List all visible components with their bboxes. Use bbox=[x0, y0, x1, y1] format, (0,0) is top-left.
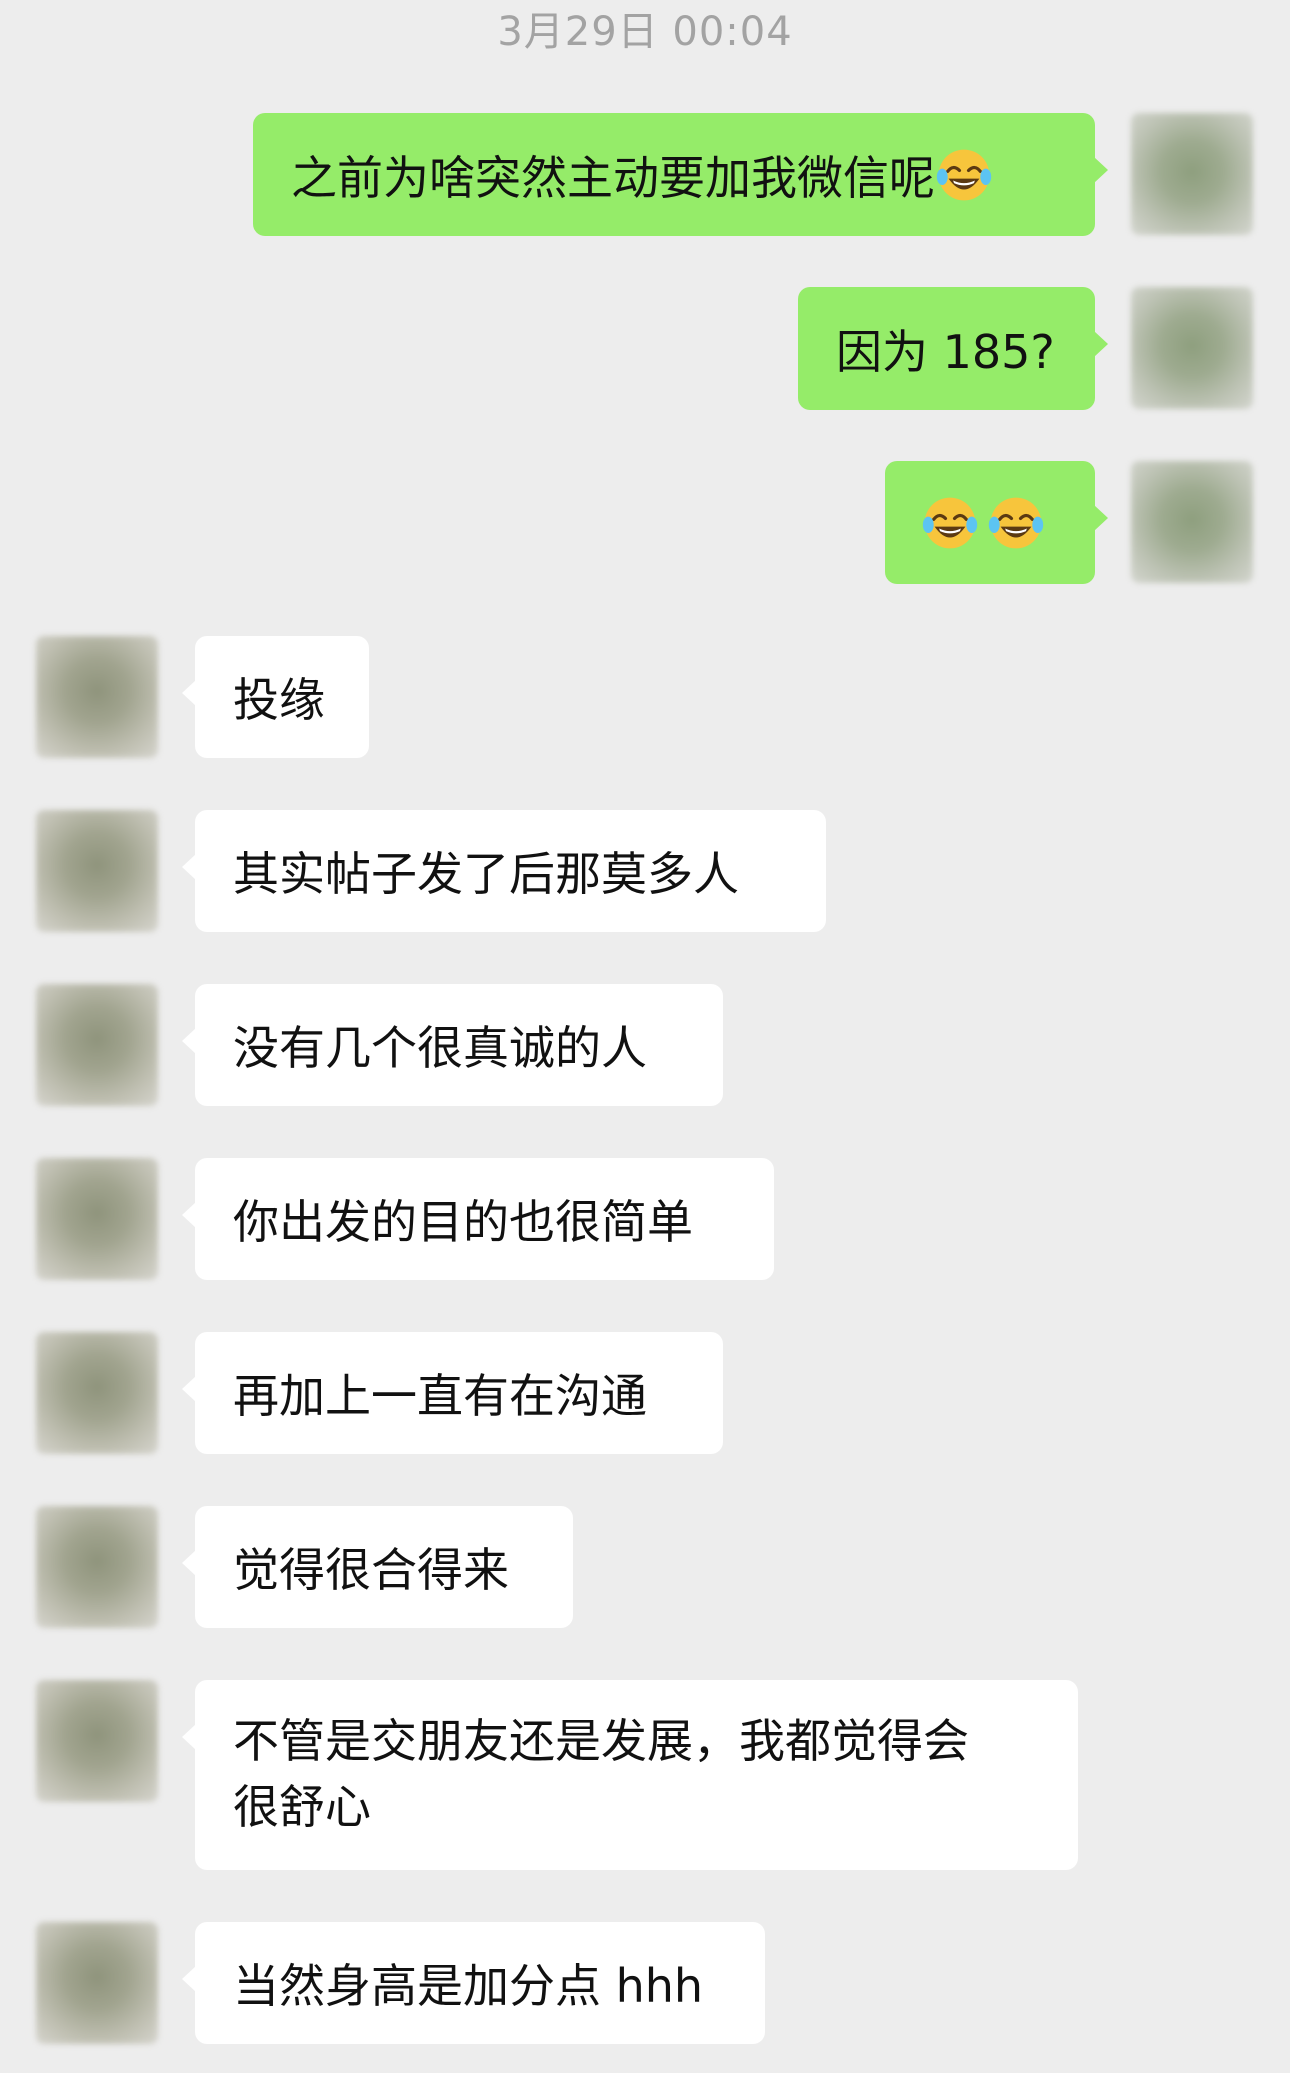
message-bubble-outgoing[interactable]: 之前为啥突然主动要加我微信呢 bbox=[253, 113, 1108, 236]
chat-timestamp: 3月29日 00:04 bbox=[497, 9, 793, 55]
avatar-self[interactable] bbox=[1131, 113, 1253, 235]
message-bubble-incoming[interactable]: 当然身高是加分点 hhh bbox=[182, 1922, 765, 2044]
message-bubble-incoming[interactable]: 觉得很合得来 bbox=[182, 1506, 573, 1628]
face-with-tears-of-joy-icon bbox=[935, 146, 993, 204]
message-text: 当然身高是加分点 hhh bbox=[233, 1959, 704, 2013]
message-text: 因为 185? bbox=[836, 324, 1055, 379]
avatar-contact[interactable] bbox=[36, 636, 158, 758]
message-bubble-incoming[interactable]: 其实帖子发了后那莫多人 bbox=[182, 810, 826, 932]
avatar-contact[interactable] bbox=[36, 984, 158, 1106]
message-text: 之前为啥突然主动要加我微信呢 bbox=[291, 150, 935, 205]
avatar-contact[interactable] bbox=[36, 1332, 158, 1454]
face-with-tears-of-joy-icon bbox=[987, 494, 1045, 552]
avatar-contact[interactable] bbox=[36, 810, 158, 932]
avatar-contact[interactable] bbox=[36, 1680, 158, 1802]
avatar-contact[interactable] bbox=[36, 1158, 158, 1280]
message-text: 觉得很合得来 bbox=[233, 1543, 509, 1597]
message-bubble-incoming[interactable]: 再加上一直有在沟通 bbox=[182, 1332, 723, 1454]
face-with-tears-of-joy-icon bbox=[921, 494, 979, 552]
message-text: 再加上一直有在沟通 bbox=[233, 1369, 647, 1423]
message-text: 没有几个很真诚的人 bbox=[233, 1021, 647, 1075]
message-bubble-outgoing[interactable] bbox=[885, 461, 1108, 584]
avatar-self[interactable] bbox=[1131, 461, 1253, 583]
message-bubble-incoming[interactable]: 你出发的目的也很简单 bbox=[182, 1158, 774, 1280]
avatar-contact[interactable] bbox=[36, 1922, 158, 2044]
avatar-contact[interactable] bbox=[36, 1506, 158, 1628]
avatar-self[interactable] bbox=[1131, 287, 1253, 409]
message-bubble-incoming[interactable]: 没有几个很真诚的人 bbox=[182, 984, 723, 1106]
message-text: 投缘 bbox=[233, 673, 325, 727]
message-text: 你出发的目的也很简单 bbox=[233, 1195, 693, 1249]
message-text: 不管是交朋友还是发展，我都觉得会 很舒心 bbox=[233, 1714, 969, 1834]
message-bubble-outgoing[interactable]: 因为 185? bbox=[798, 287, 1108, 410]
message-bubble-incoming[interactable]: 投缘 bbox=[182, 636, 369, 758]
message-bubble-incoming[interactable]: 不管是交朋友还是发展，我都觉得会 很舒心 bbox=[182, 1680, 1078, 1870]
message-text: 其实帖子发了后那莫多人 bbox=[233, 847, 739, 901]
